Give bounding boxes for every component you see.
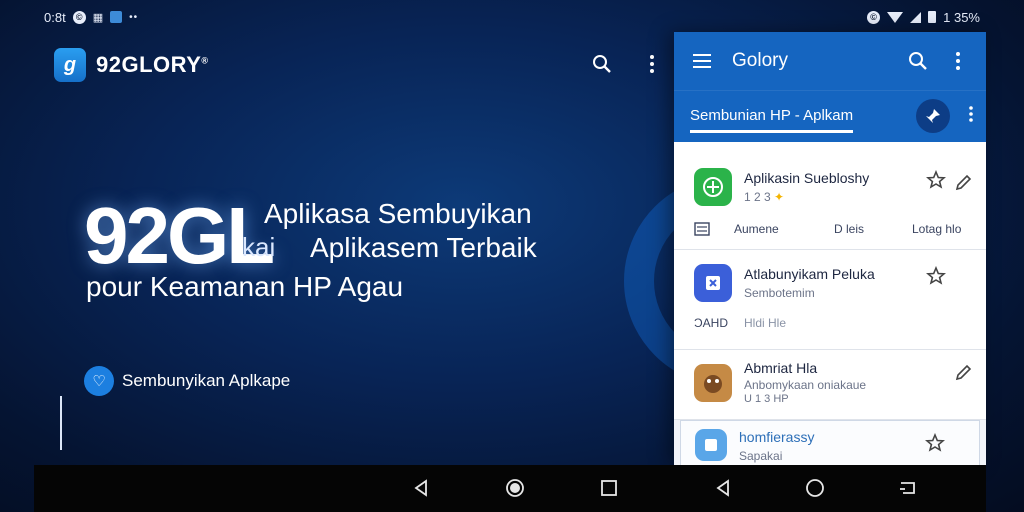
app-green-icon xyxy=(694,168,732,206)
row-meta-mid: D leis xyxy=(834,222,865,236)
pin-button[interactable] xyxy=(916,99,950,133)
menu-icon[interactable] xyxy=(690,49,714,73)
text-cursor xyxy=(60,396,62,450)
star-filled-icon: ✦ xyxy=(774,190,785,204)
hero-kai-text: kai xyxy=(242,232,276,262)
app-title: Golory xyxy=(732,50,788,71)
pin-icon xyxy=(926,109,940,123)
app-top-bar: Golory xyxy=(674,32,986,90)
tab-more-icon[interactable] xyxy=(968,105,974,128)
app-light-blue-icon xyxy=(695,429,727,461)
row-meta-right: Lotag hlo xyxy=(912,222,962,236)
row-sub: Anbomykaan oniakaue xyxy=(744,378,867,392)
search-icon[interactable] xyxy=(906,49,930,73)
screen: 0:8t © ▦ •• © 1 35% g 92GLORY® 92GL kai … xyxy=(0,0,1024,512)
hero-headline-2: Aplikasem Terbaik xyxy=(310,232,537,263)
brand-header[interactable]: g 92GLORY® xyxy=(54,48,209,82)
list-item[interactable]: Abmriat Hla Anbomykaan oniakaue U 1 3 HP xyxy=(674,350,986,420)
edit-icon[interactable] xyxy=(954,364,972,382)
hide-apps-badge[interactable]: ♡ Sembunyikan Aplkape xyxy=(84,366,290,396)
back-icon-secondary[interactable] xyxy=(712,477,734,499)
back-icon[interactable] xyxy=(410,477,432,499)
recents-icon-secondary[interactable] xyxy=(896,477,918,499)
brand-logo-icon: g xyxy=(54,48,86,82)
heart-shield-icon: ♡ xyxy=(84,366,114,396)
data-saver-icon: © xyxy=(867,10,881,24)
row-title: Atlabunyikam Peluka xyxy=(744,266,875,282)
list-item[interactable]: Atlabunyikam Peluka Sembotemim ƆAHD Hldi… xyxy=(674,250,986,350)
brand-name: 92GLORY xyxy=(96,52,202,77)
row-meta-mid: Hldi Hle xyxy=(744,316,787,330)
gallery-notification-icon: ▦ xyxy=(92,11,104,24)
battery-icon xyxy=(928,11,937,23)
promo-panel: g 92GLORY® 92GL kai Aplikasa Sembuyikan … xyxy=(34,34,834,464)
left-toolbar xyxy=(590,52,664,76)
app-list: Aplikasin Suebloshy 1 2 3 ✦ Aumene D lei… xyxy=(674,142,986,465)
tab-hide-apps[interactable]: Sembunian HP - Aplkam xyxy=(690,107,854,133)
row-title: homfierassy xyxy=(739,429,815,445)
star-outline-icon[interactable] xyxy=(925,169,947,190)
hero-headline-3: pour Keamanan HP Agau xyxy=(86,271,404,302)
brand-trademark: ® xyxy=(201,55,209,66)
status-bar: 0:8t © ▦ •• © 1 35% xyxy=(0,0,1024,34)
app-photo-icon xyxy=(694,364,732,402)
system-nav-bar xyxy=(34,465,986,512)
battery-percent: 1 35% xyxy=(943,9,980,25)
home-icon[interactable] xyxy=(504,477,526,499)
more-notifications-icon: •• xyxy=(129,11,139,23)
more-vert-icon[interactable] xyxy=(946,49,970,73)
list-item[interactable]: Aplikasin Suebloshy 1 2 3 ✦ Aumene D lei… xyxy=(674,142,986,250)
app-notification-icon xyxy=(110,11,123,23)
app-blue-icon xyxy=(694,264,732,302)
edit-icon[interactable] xyxy=(954,174,972,192)
wifi-icon xyxy=(887,11,904,23)
star-outline-icon[interactable] xyxy=(925,265,947,286)
list-item[interactable]: homfierassy Sapakai xyxy=(680,420,980,465)
row-sub: Sembotemim xyxy=(744,286,815,300)
star-outline-icon[interactable] xyxy=(924,432,946,453)
signal-icon xyxy=(910,11,922,23)
row-meta-left: ƆAHD xyxy=(694,316,729,330)
badge-label: Sembunyikan Aplkape xyxy=(122,371,291,390)
row-sub: Sapakai xyxy=(739,449,783,463)
search-icon[interactable] xyxy=(590,52,614,76)
row-title: Aplikasin Suebloshy xyxy=(744,170,870,186)
recents-icon[interactable] xyxy=(598,477,620,499)
row-title: Abmriat Hla xyxy=(744,360,818,376)
home-icon-secondary[interactable] xyxy=(804,477,826,499)
list-icon xyxy=(694,222,710,236)
tab-bar: Sembunian HP - Aplkam xyxy=(674,90,986,142)
hero-headline-1: Aplikasa Sembuyikan xyxy=(264,198,532,229)
more-vert-icon[interactable] xyxy=(640,52,664,76)
status-time: 0:8t xyxy=(44,9,66,25)
app-list-panel: Golory Sembunian HP - Aplkam Aplikasin S… xyxy=(674,32,986,465)
row-meta-left: Aumene xyxy=(734,222,779,236)
row-sub: 1 2 3 xyxy=(744,190,771,204)
notification-icon: © xyxy=(72,10,86,24)
row-sub-2: U 1 3 HP xyxy=(744,393,789,405)
